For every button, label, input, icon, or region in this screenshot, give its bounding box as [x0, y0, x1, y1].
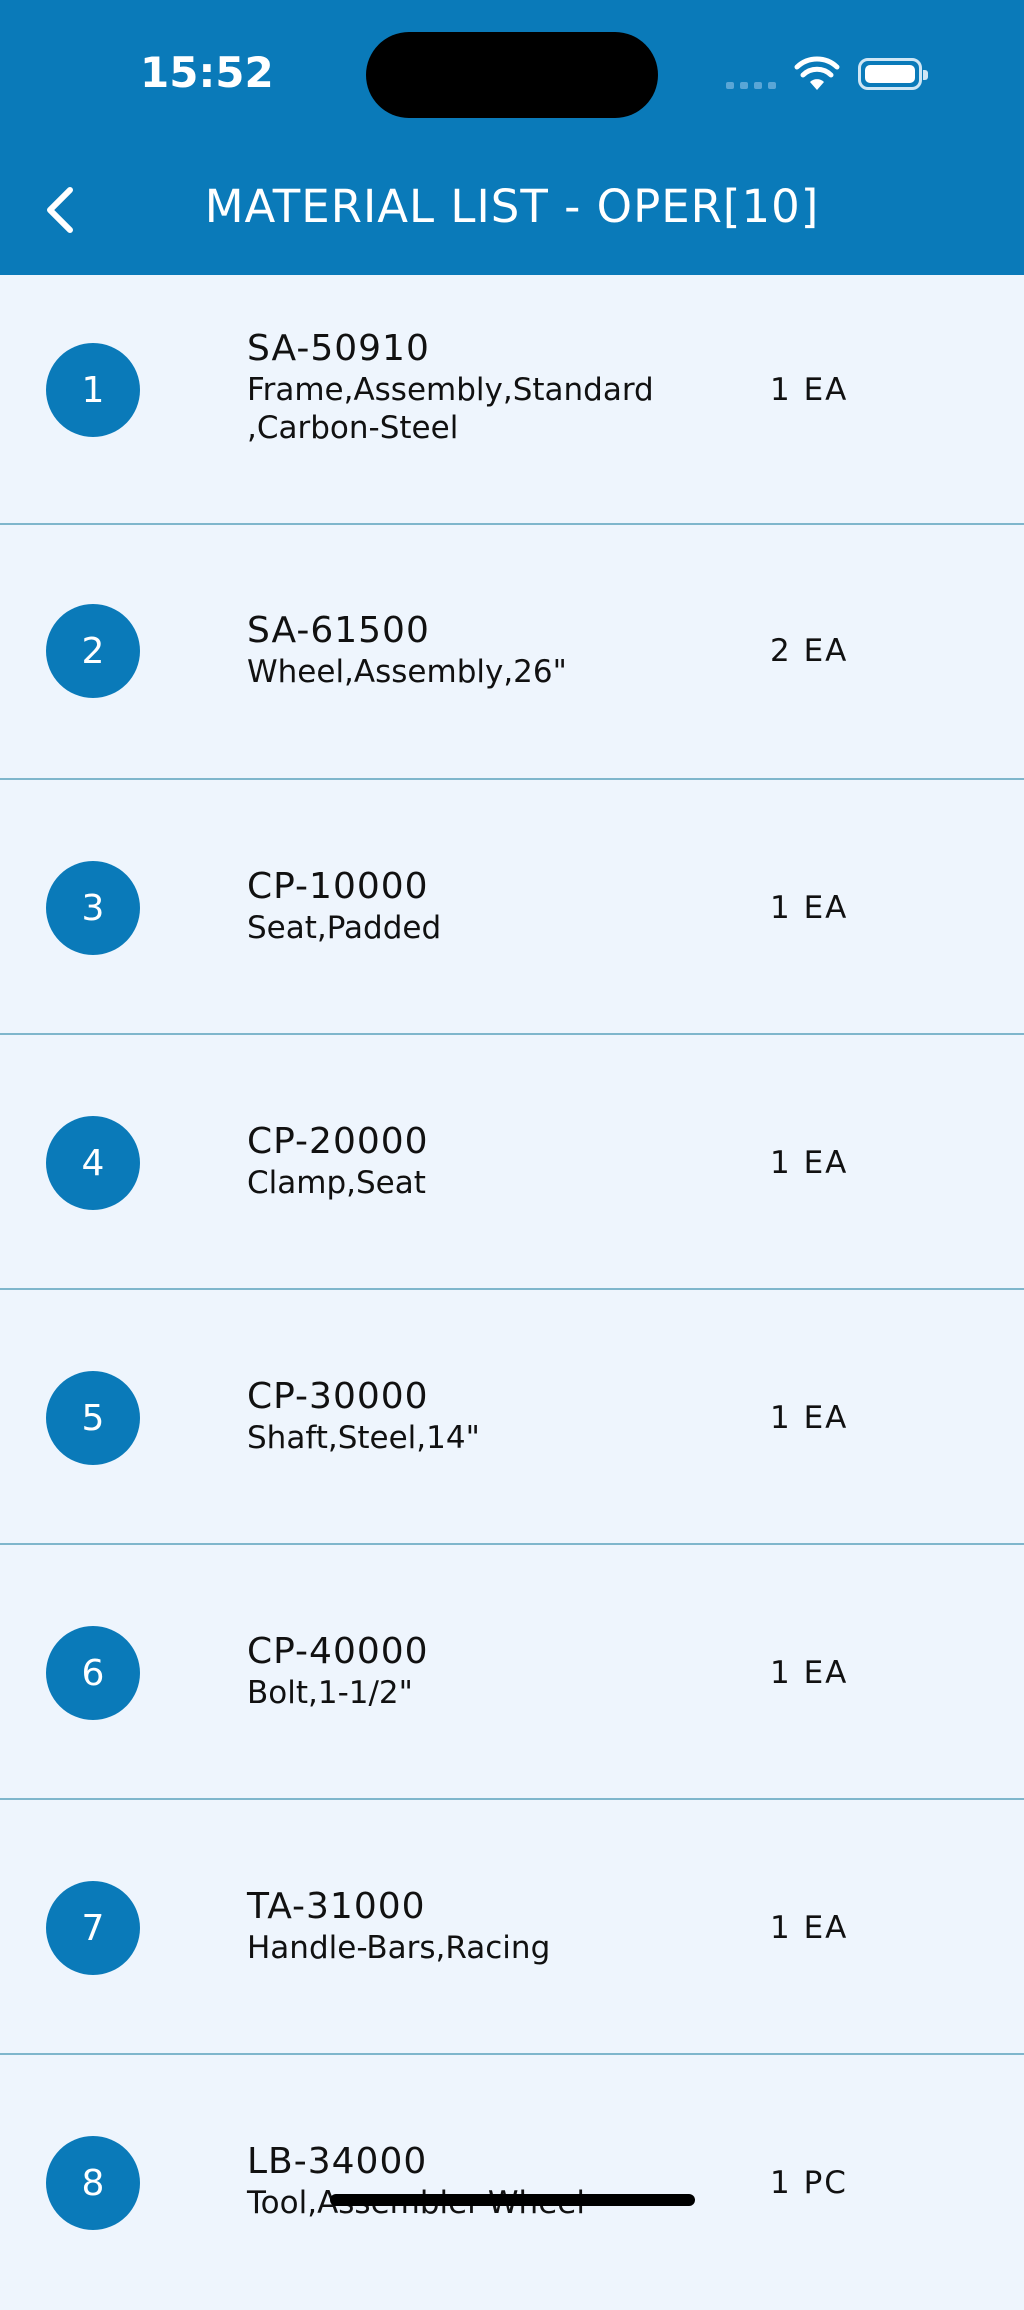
item-number-badge: 1 [46, 343, 140, 437]
item-code: CP-20000 [247, 1121, 429, 1162]
item-description: Handle-Bars,Racing [247, 1930, 551, 1966]
item-quantity: 1 EA [770, 372, 849, 408]
item-number-badge: 5 [46, 1371, 140, 1465]
item-description: Wheel,Assembly,26" [247, 654, 567, 690]
item-number-badge: 2 [46, 604, 140, 698]
list-item[interactable]: 3 CP-10000 Seat,Padded 1 EA [0, 780, 1024, 1035]
item-code: TA-31000 [247, 1886, 426, 1927]
item-code: CP-40000 [247, 1631, 429, 1672]
item-code: LB-34000 [247, 2141, 428, 2182]
item-number-badge: 8 [46, 2136, 140, 2230]
item-description: Bolt,1-1/2" [247, 1675, 413, 1711]
battery-icon [858, 58, 928, 90]
item-code: CP-10000 [247, 866, 429, 907]
item-description: Frame,Assembly,Standard ,Carbon-Steel [247, 372, 654, 446]
item-quantity: 1 EA [770, 1400, 849, 1436]
item-quantity: 1 EA [770, 1910, 849, 1946]
item-quantity: 1 PC [770, 2165, 848, 2201]
item-description: Clamp,Seat [247, 1165, 426, 1201]
list-item[interactable]: 8 LB-34000 Tool,Assembler-Wheel 1 PC [0, 2055, 1024, 2310]
item-code: SA-61500 [247, 610, 430, 651]
list-item[interactable]: 7 TA-31000 Handle-Bars,Racing 1 EA [0, 1800, 1024, 2055]
material-list: 1 SA-50910 Frame,Assembly,Standard ,Carb… [0, 275, 1024, 2310]
item-number-badge: 4 [46, 1116, 140, 1210]
page-title: MATERIAL LIST - OPER[10] [204, 180, 820, 233]
item-quantity: 2 EA [770, 633, 849, 669]
list-item[interactable]: 6 CP-40000 Bolt,1-1/2" 1 EA [0, 1545, 1024, 1800]
list-item[interactable]: 4 CP-20000 Clamp,Seat 1 EA [0, 1035, 1024, 1290]
dynamic-island [366, 32, 658, 118]
app-header: 15:52 MATERIAL LIST - OPER[10] [0, 0, 1024, 275]
item-number-badge: 7 [46, 1881, 140, 1975]
item-code: CP-30000 [247, 1376, 429, 1417]
item-number-badge: 3 [46, 861, 140, 955]
list-item[interactable]: 5 CP-30000 Shaft,Steel,14" 1 EA [0, 1290, 1024, 1545]
home-indicator[interactable] [330, 2194, 695, 2206]
status-time: 15:52 [140, 48, 274, 97]
item-description: Shaft,Steel,14" [247, 1420, 480, 1456]
item-description: Seat,Padded [247, 910, 442, 946]
wifi-icon [794, 56, 840, 90]
cellular-signal-icon [726, 82, 776, 89]
item-number-badge: 6 [46, 1626, 140, 1720]
list-item[interactable]: 1 SA-50910 Frame,Assembly,Standard ,Carb… [0, 275, 1024, 525]
list-item[interactable]: 2 SA-61500 Wheel,Assembly,26" 2 EA [0, 525, 1024, 780]
item-quantity: 1 EA [770, 1145, 849, 1181]
item-quantity: 1 EA [770, 1655, 849, 1691]
item-code: SA-50910 [247, 328, 430, 369]
item-quantity: 1 EA [770, 890, 849, 926]
